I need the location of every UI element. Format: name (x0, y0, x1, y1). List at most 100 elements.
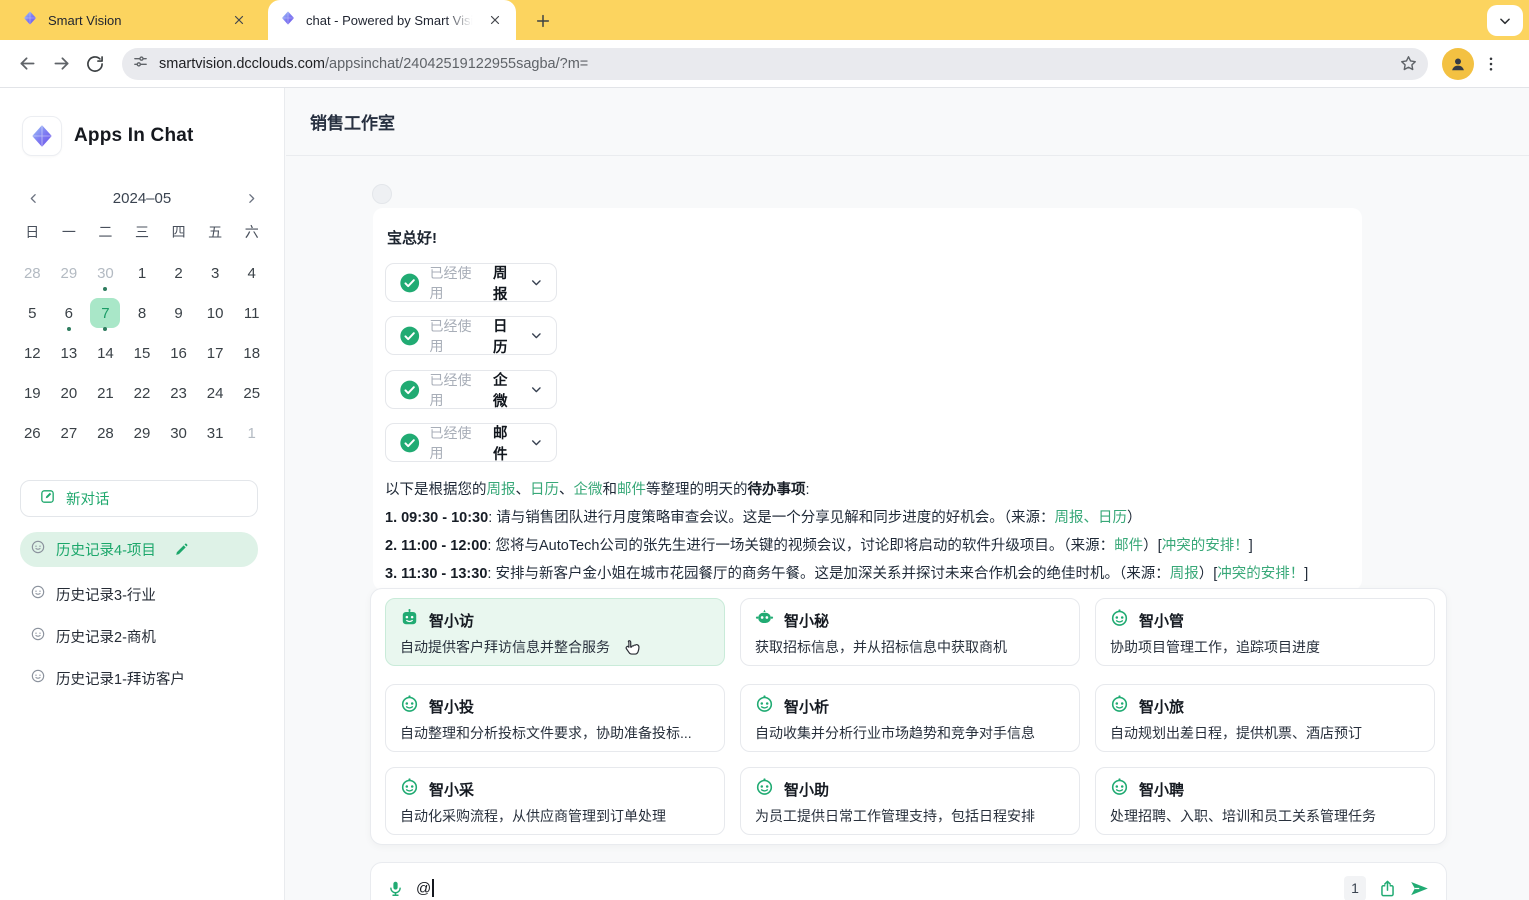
app-card-zhixiaolv[interactable]: 智小旅 自动规划出差日程，提供机票、酒店预订 (1095, 684, 1435, 752)
app-card-desc: 为员工提供日常工作管理支持，包括日程安排 (755, 806, 1065, 826)
browser-toolbar: smartvision.dcclouds.com/appsinchat/2404… (0, 40, 1529, 88)
calendar-next-icon[interactable] (240, 187, 262, 209)
app-card-name: 智小管 (1139, 610, 1184, 631)
profile-avatar[interactable] (1442, 48, 1474, 80)
url-text[interactable]: smartvision.dcclouds.com/appsinchat/2404… (159, 56, 588, 72)
tab-search-button[interactable] (1487, 5, 1523, 36)
calendar-day[interactable]: 29 (124, 414, 161, 452)
calendar-day[interactable]: 31 (197, 414, 234, 452)
send-icon[interactable] (1409, 878, 1430, 899)
calendar-day[interactable]: 1 (124, 254, 161, 292)
app-card-zhixiaoguan[interactable]: 智小管 协助项目管理工作，追踪项目进度 (1095, 598, 1435, 666)
calendar-day-number: 11 (237, 298, 267, 328)
calendar-day[interactable]: 11 (233, 294, 270, 332)
history-item-2[interactable]: 历史记录2-商机 (20, 619, 258, 654)
calendar-day[interactable]: 30 (160, 414, 197, 452)
tab-close-icon[interactable] (230, 11, 248, 29)
tool-link[interactable]: 周报 (487, 482, 516, 498)
app-card-desc: 自动规划出差日程，提供机票、酒店预订 (1110, 723, 1420, 743)
calendar-day[interactable]: 25 (233, 374, 270, 412)
reload-button[interactable] (78, 47, 112, 81)
app-card-name: 智小助 (784, 779, 829, 800)
calendar-day[interactable]: 23 (160, 374, 197, 412)
source-open: （来源： (1119, 566, 1170, 582)
back-button[interactable] (10, 47, 44, 81)
source-link[interactable]: 邮件 (1114, 538, 1143, 554)
calendar-day[interactable]: 10 (197, 294, 234, 332)
calendar-day[interactable]: 7 (87, 294, 124, 332)
calendar-day[interactable]: 16 (160, 334, 197, 372)
calendar-day[interactable]: 8 (124, 294, 161, 332)
used-tool-pill-mail[interactable]: 已经使用 邮件 (385, 423, 557, 462)
forward-button[interactable] (44, 47, 78, 81)
calendar-day[interactable]: 29 (51, 254, 88, 292)
calendar-day[interactable]: 17 (197, 334, 234, 372)
assistant-avatar (372, 184, 392, 204)
upload-icon[interactable] (1378, 879, 1397, 898)
message-composer[interactable]: @ 1 (370, 862, 1447, 900)
app-card-zhixiaofang[interactable]: 智小访 自动提供客户拜访信息并整合服务 (385, 598, 725, 666)
source-link[interactable]: 周报、日历 (1055, 510, 1128, 526)
url-bar[interactable]: smartvision.dcclouds.com/appsinchat/2404… (122, 48, 1428, 80)
robot-icon (400, 694, 419, 718)
tool-link[interactable]: 邮件 (617, 482, 646, 498)
calendar-day[interactable]: 4 (233, 254, 270, 292)
bookmark-star-icon[interactable] (1394, 50, 1422, 78)
calendar-day[interactable]: 26 (14, 414, 51, 452)
browser-menu-icon[interactable] (1474, 47, 1508, 81)
calendar-day[interactable]: 9 (160, 294, 197, 332)
calendar-day-number: 24 (200, 378, 230, 408)
tab-chat-active[interactable]: chat - Powered by Smart Visi (268, 0, 516, 40)
calendar-day[interactable]: 20 (51, 374, 88, 412)
calendar-day[interactable]: 24 (197, 374, 234, 412)
composer-input[interactable]: @ (416, 879, 434, 897)
app-card-zhixiaoxi[interactable]: 智小析 自动收集并分析行业市场趋势和竞争对手信息 (740, 684, 1080, 752)
used-tool-pill-calendar[interactable]: 已经使用 日历 (385, 316, 557, 355)
tool-name: 企微 (493, 369, 521, 411)
calendar-day[interactable]: 19 (14, 374, 51, 412)
used-tool-pill-weekly[interactable]: 已经使用 周报 (385, 263, 557, 302)
calendar-day[interactable]: 14 (87, 334, 124, 372)
new-chat-button[interactable]: 新对话 (20, 480, 258, 517)
tab-smart-vision[interactable]: Smart Vision (10, 0, 260, 40)
edit-pencil-icon[interactable] (174, 542, 189, 557)
tool-link[interactable]: 企微 (574, 482, 603, 498)
calendar-day[interactable]: 21 (87, 374, 124, 412)
calendar-day[interactable]: 5 (14, 294, 51, 332)
app-card-zhixiaocai[interactable]: 智小采 自动化采购流程，从供应商管理到订单处理 (385, 767, 725, 835)
site-settings-icon[interactable] (132, 53, 149, 75)
calendar-day[interactable]: 6 (51, 294, 88, 332)
new-tab-button[interactable] (530, 8, 556, 34)
history-item-3[interactable]: 历史记录3-行业 (20, 577, 258, 612)
used-tool-pill-wecom[interactable]: 已经使用 企微 (385, 370, 557, 409)
calendar-day[interactable]: 2 (160, 254, 197, 292)
app-card-zhixiaotou[interactable]: 智小投 自动整理和分析投标文件要求，协助准备投标... (385, 684, 725, 752)
calendar-day[interactable]: 28 (14, 254, 51, 292)
calendar-prev-icon[interactable] (22, 187, 44, 209)
calendar-day[interactable]: 13 (51, 334, 88, 372)
microphone-icon[interactable] (387, 880, 404, 897)
robot-icon (400, 608, 419, 632)
tab-close-icon[interactable] (486, 11, 504, 29)
assistant-message-card: 宝总好! 已经使用 周报 已经使用 日历 已经使用 企微 已经使用 邮件 以下是… (373, 208, 1362, 590)
app-card-name: 智小采 (429, 779, 474, 800)
history-item-1[interactable]: 历史记录1-拜访客户 (20, 661, 258, 696)
calendar-day[interactable]: 22 (124, 374, 161, 412)
calendar-day[interactable]: 12 (14, 334, 51, 372)
app-card-zhixiaopin[interactable]: 智小聘 处理招聘、入职、培训和员工关系管理任务 (1095, 767, 1435, 835)
calendar-day[interactable]: 18 (233, 334, 270, 372)
history-item-4[interactable]: 历史记录4-项目 (20, 532, 258, 567)
calendar-day[interactable]: 27 (51, 414, 88, 452)
app-card-zhixiaozhu[interactable]: 智小助 为员工提供日常工作管理支持，包括日程安排 (740, 767, 1080, 835)
calendar-day[interactable]: 3 (197, 254, 234, 292)
calendar-header: 2024–05 (22, 186, 262, 210)
calendar-day[interactable]: 1 (233, 414, 270, 452)
app-card-zhixiaomi[interactable]: 智小秘 获取招标信息，并从招标信息中获取商机 (740, 598, 1080, 666)
source-link[interactable]: 周报 (1170, 566, 1199, 582)
tool-link[interactable]: 日历 (530, 482, 559, 498)
calendar-day[interactable]: 15 (124, 334, 161, 372)
calendar-day[interactable]: 28 (87, 414, 124, 452)
calendar-day[interactable]: 30 (87, 254, 124, 292)
agent-apps-panel: 智小访 自动提供客户拜访信息并整合服务 智小秘 获取招标信息，并从招标信息中获取… (370, 588, 1447, 845)
todo-time: 1. 09:30 - 10:30 (385, 510, 488, 526)
